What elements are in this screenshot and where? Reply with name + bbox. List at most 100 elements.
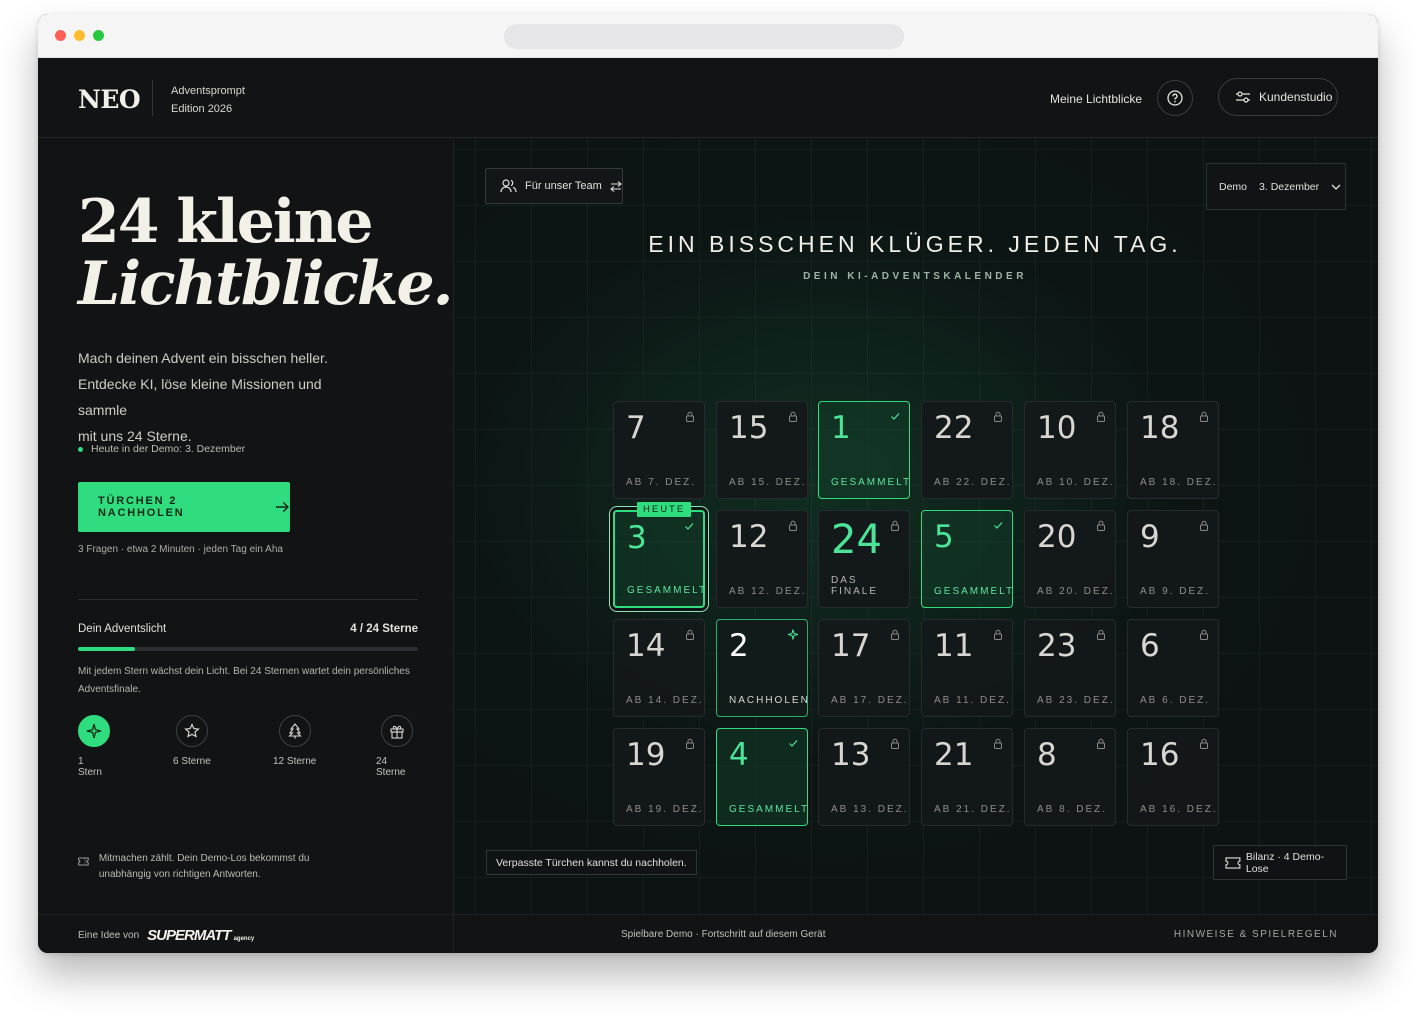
- demo-date-select[interactable]: Demo 3. Dezember: [1206, 163, 1346, 210]
- door-19[interactable]: 19 AB 19. DEZ.: [613, 728, 705, 826]
- door-14[interactable]: 14 AB 14. DEZ.: [613, 619, 705, 717]
- ticket-icon: [78, 857, 89, 866]
- sliders-icon: [1236, 91, 1250, 103]
- address-bar[interactable]: [504, 24, 904, 49]
- door-status: AB 21. DEZ.: [934, 804, 1012, 815]
- browser-chrome: [38, 14, 1378, 58]
- tree-icon: [287, 723, 302, 739]
- calendar-title: EIN BISSCHEN KLÜGER. JEDEN TAG.: [648, 231, 1182, 257]
- milestone-label: 6 Sterne: [173, 756, 211, 767]
- lock-icon: [891, 520, 899, 531]
- door-15[interactable]: 15 AB 15. DEZ.: [716, 401, 808, 499]
- door-status: AB 6. DEZ.: [1140, 695, 1211, 706]
- lock-icon: [686, 411, 694, 422]
- lock-icon: [994, 738, 1002, 749]
- lock-icon: [1200, 629, 1208, 640]
- star-icon: [184, 723, 200, 738]
- door-17[interactable]: 17 AB 17. DEZ.: [818, 619, 910, 717]
- supermatt-logo[interactable]: SUPERMATT agency: [147, 927, 254, 944]
- door-number: 16: [1140, 737, 1180, 773]
- door-12[interactable]: 12 AB 12. DEZ.: [716, 510, 808, 608]
- door-status: AB 12. DEZ.: [729, 586, 807, 597]
- logo[interactable]: NEO: [78, 85, 141, 114]
- door-number: 3: [627, 520, 647, 556]
- door-22[interactable]: 22 AB 22. DEZ.: [921, 401, 1013, 499]
- door-number: 17: [831, 628, 871, 664]
- door-number: 20: [1037, 519, 1077, 555]
- door-9[interactable]: 9 AB 9. DEZ.: [1127, 510, 1219, 608]
- bilanz-button[interactable]: Bilanz · 4 Demo-Lose: [1213, 845, 1347, 880]
- team-toggle-button[interactable]: Für unser Team: [485, 168, 623, 204]
- rules-link[interactable]: HINWEISE & SPIELREGELN: [1174, 929, 1338, 940]
- door-number: 1: [831, 410, 851, 446]
- maximize-window-dot[interactable]: [93, 30, 104, 41]
- missed-doors-note: Verpasste Türchen kannst du nachholen.: [486, 850, 697, 875]
- door-18[interactable]: 18 AB 18. DEZ.: [1127, 401, 1219, 499]
- door-7[interactable]: 7 AB 7. DEZ.: [613, 401, 705, 499]
- door-2[interactable]: 2 NACHHOLEN: [716, 619, 808, 717]
- help-button[interactable]: [1157, 80, 1193, 116]
- hero-title: 24 kleine Lichtblicke.: [78, 191, 454, 315]
- footer: Eine Idee von SUPERMATT agency Spielbare…: [38, 914, 1378, 953]
- lock-icon: [994, 629, 1002, 640]
- advent-light-header: Dein Adventslicht 4 / 24 Sterne: [78, 623, 418, 635]
- door-number: 14: [626, 628, 666, 664]
- lock-icon: [1200, 520, 1208, 531]
- brand-name: SUPERMATT: [147, 927, 231, 944]
- milestone-circle: [175, 715, 208, 747]
- door-6[interactable]: 6 AB 6. DEZ.: [1127, 619, 1219, 717]
- door-11[interactable]: 11 AB 11. DEZ.: [921, 619, 1013, 717]
- users-icon: [500, 179, 517, 193]
- door-status: AB 19. DEZ.: [626, 804, 704, 815]
- door-4[interactable]: 4 GESAMMELT: [716, 728, 808, 826]
- door-13[interactable]: 13 AB 13. DEZ.: [818, 728, 910, 826]
- footer-demo-note: Spielbare Demo · Fortschritt auf diesem …: [621, 929, 826, 940]
- catch-up-door-button[interactable]: TÜRCHEN 2 NACHHOLEN: [78, 482, 290, 532]
- kundenstudio-button[interactable]: Kundenstudio: [1218, 78, 1338, 116]
- door-20[interactable]: 20 AB 20. DEZ.: [1024, 510, 1116, 608]
- door-8[interactable]: 8 AB 8. DEZ.: [1024, 728, 1116, 826]
- swap-icon: [609, 180, 622, 192]
- door-status: AB 14. DEZ.: [626, 695, 704, 706]
- check-icon: [994, 522, 1003, 529]
- gift-icon: [390, 725, 404, 739]
- door-23[interactable]: 23 AB 23. DEZ.: [1024, 619, 1116, 717]
- lock-icon: [1097, 520, 1105, 531]
- door-5[interactable]: 5 GESAMMELT: [921, 510, 1013, 608]
- door-16[interactable]: 16 AB 16. DEZ.: [1127, 728, 1219, 826]
- lock-icon: [891, 629, 899, 640]
- cta-label: TÜRCHEN 2 NACHHOLEN: [98, 495, 185, 519]
- check-icon: [789, 740, 798, 747]
- browser-window: NEO Adventsprompt Edition 2026 Meine Lic…: [38, 14, 1378, 953]
- door-number: 5: [934, 519, 954, 555]
- lock-icon: [686, 629, 694, 640]
- advent-light-title: Dein Adventslicht: [78, 623, 167, 635]
- door-number: 7: [626, 410, 646, 446]
- minimize-window-dot[interactable]: [74, 30, 85, 41]
- door-status: AB 7. DEZ.: [626, 477, 697, 488]
- door-status: AB 16. DEZ.: [1140, 804, 1218, 815]
- door-number: 21: [934, 737, 974, 773]
- advent-light-text: Mit jedem Stern wächst dein Licht. Bei 2…: [78, 666, 410, 695]
- advent-calendar: Für unser Team Demo 3. Dezember EIN BISS…: [455, 139, 1378, 914]
- door-status: GESAMMELT: [831, 477, 912, 488]
- my-lichtblicke-link[interactable]: Meine Lichtblicke: [1050, 92, 1142, 106]
- lock-icon: [686, 738, 694, 749]
- arrow-right-icon: [276, 501, 290, 513]
- demo-date-value: 3. Dezember: [1259, 180, 1320, 193]
- milestone-label: 12 Sterne: [273, 756, 317, 767]
- hero-text-line-2: Entdecke KI, löse kleine Missionen und s…: [78, 376, 322, 418]
- milestone-24: 24 Sterne: [376, 715, 418, 778]
- door-number: 24: [831, 517, 882, 563]
- milestone-1: 1 Stern: [78, 715, 110, 778]
- door-3[interactable]: 3 GESAMMELT HEUTE: [613, 502, 705, 608]
- star-count: 4 / 24 Sterne: [350, 623, 418, 635]
- close-window-dot[interactable]: [55, 30, 66, 41]
- door-10[interactable]: 10 AB 10. DEZ.: [1024, 401, 1116, 499]
- lock-icon: [1097, 629, 1105, 640]
- door-1[interactable]: 1 GESAMMELT: [818, 401, 910, 499]
- door-24[interactable]: 24 DAS FINALE: [818, 510, 910, 608]
- lock-icon: [789, 520, 797, 531]
- door-21[interactable]: 21 AB 21. DEZ.: [921, 728, 1013, 826]
- door-number: 15: [729, 410, 769, 446]
